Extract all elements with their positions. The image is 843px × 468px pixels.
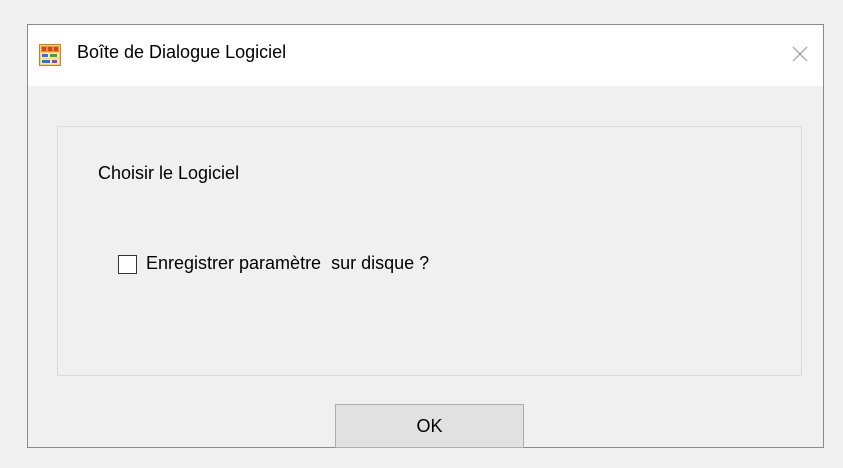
close-button[interactable] [777, 25, 823, 86]
window-title: Boîte de Dialogue Logiciel [77, 42, 287, 62]
save-settings-checkbox[interactable] [118, 255, 137, 274]
dialog-window: Boîte de Dialogue Logiciel Choisir le Lo… [27, 24, 824, 448]
title-bar[interactable]: Boîte de Dialogue Logiciel [28, 25, 823, 86]
save-settings-checkbox-label[interactable]: Enregistrer paramètre sur disque ? [146, 253, 429, 274]
close-icon [792, 46, 808, 62]
software-group-panel: Choisir le Logiciel Enregistrer paramètr… [57, 126, 802, 376]
desktop-background: Boîte de Dialogue Logiciel Choisir le Lo… [0, 0, 843, 468]
java-app-icon [39, 44, 61, 66]
ok-button[interactable]: OK [335, 404, 524, 448]
group-label: Choisir le Logiciel [98, 163, 240, 183]
